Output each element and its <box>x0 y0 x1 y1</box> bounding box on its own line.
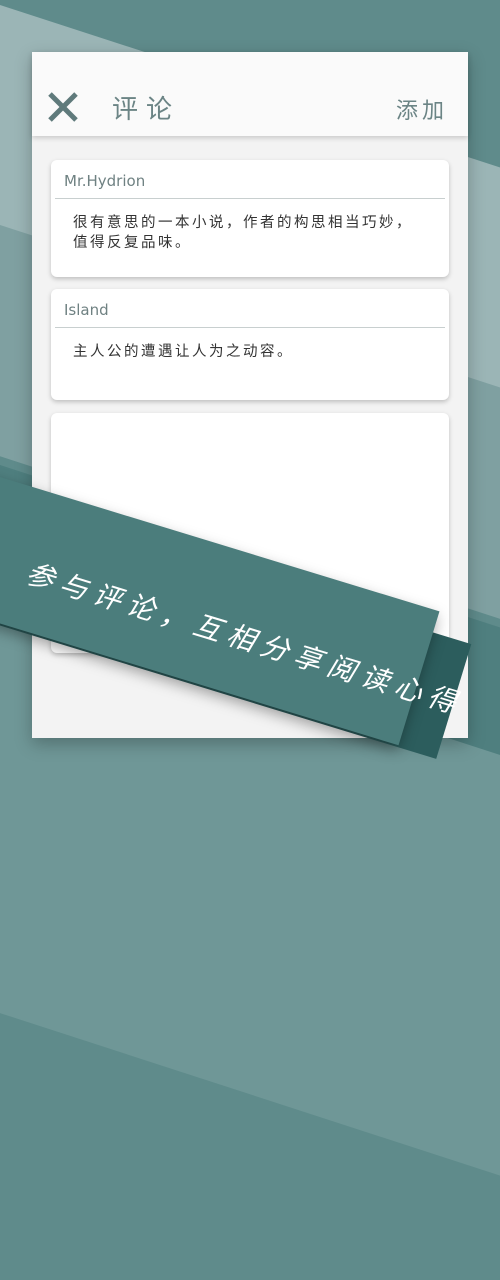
close-button[interactable] <box>46 90 80 124</box>
close-icon <box>48 92 78 122</box>
divider <box>55 198 445 199</box>
divider <box>55 327 445 328</box>
comment-card[interactable]: Mr.Hydrion 很有意思的一本小说，作者的构思相当巧妙，值得反复品味。 <box>51 160 449 277</box>
comment-author: Mr.Hydrion <box>64 172 146 190</box>
comment-text: 主人公的遭遇让人为之动容。 <box>73 344 294 360</box>
comment-author: Island <box>64 301 109 319</box>
add-comment-button[interactable]: 添加 <box>396 93 448 125</box>
comment-card[interactable]: Island 主人公的遭遇让人为之动容。 <box>51 289 449 400</box>
app-header: 评论 添加 <box>32 52 468 136</box>
comment-text: 很有意思的一本小说，作者的构思相当巧妙，值得反复品味。 <box>73 215 413 251</box>
page-title: 评论 <box>112 95 181 125</box>
